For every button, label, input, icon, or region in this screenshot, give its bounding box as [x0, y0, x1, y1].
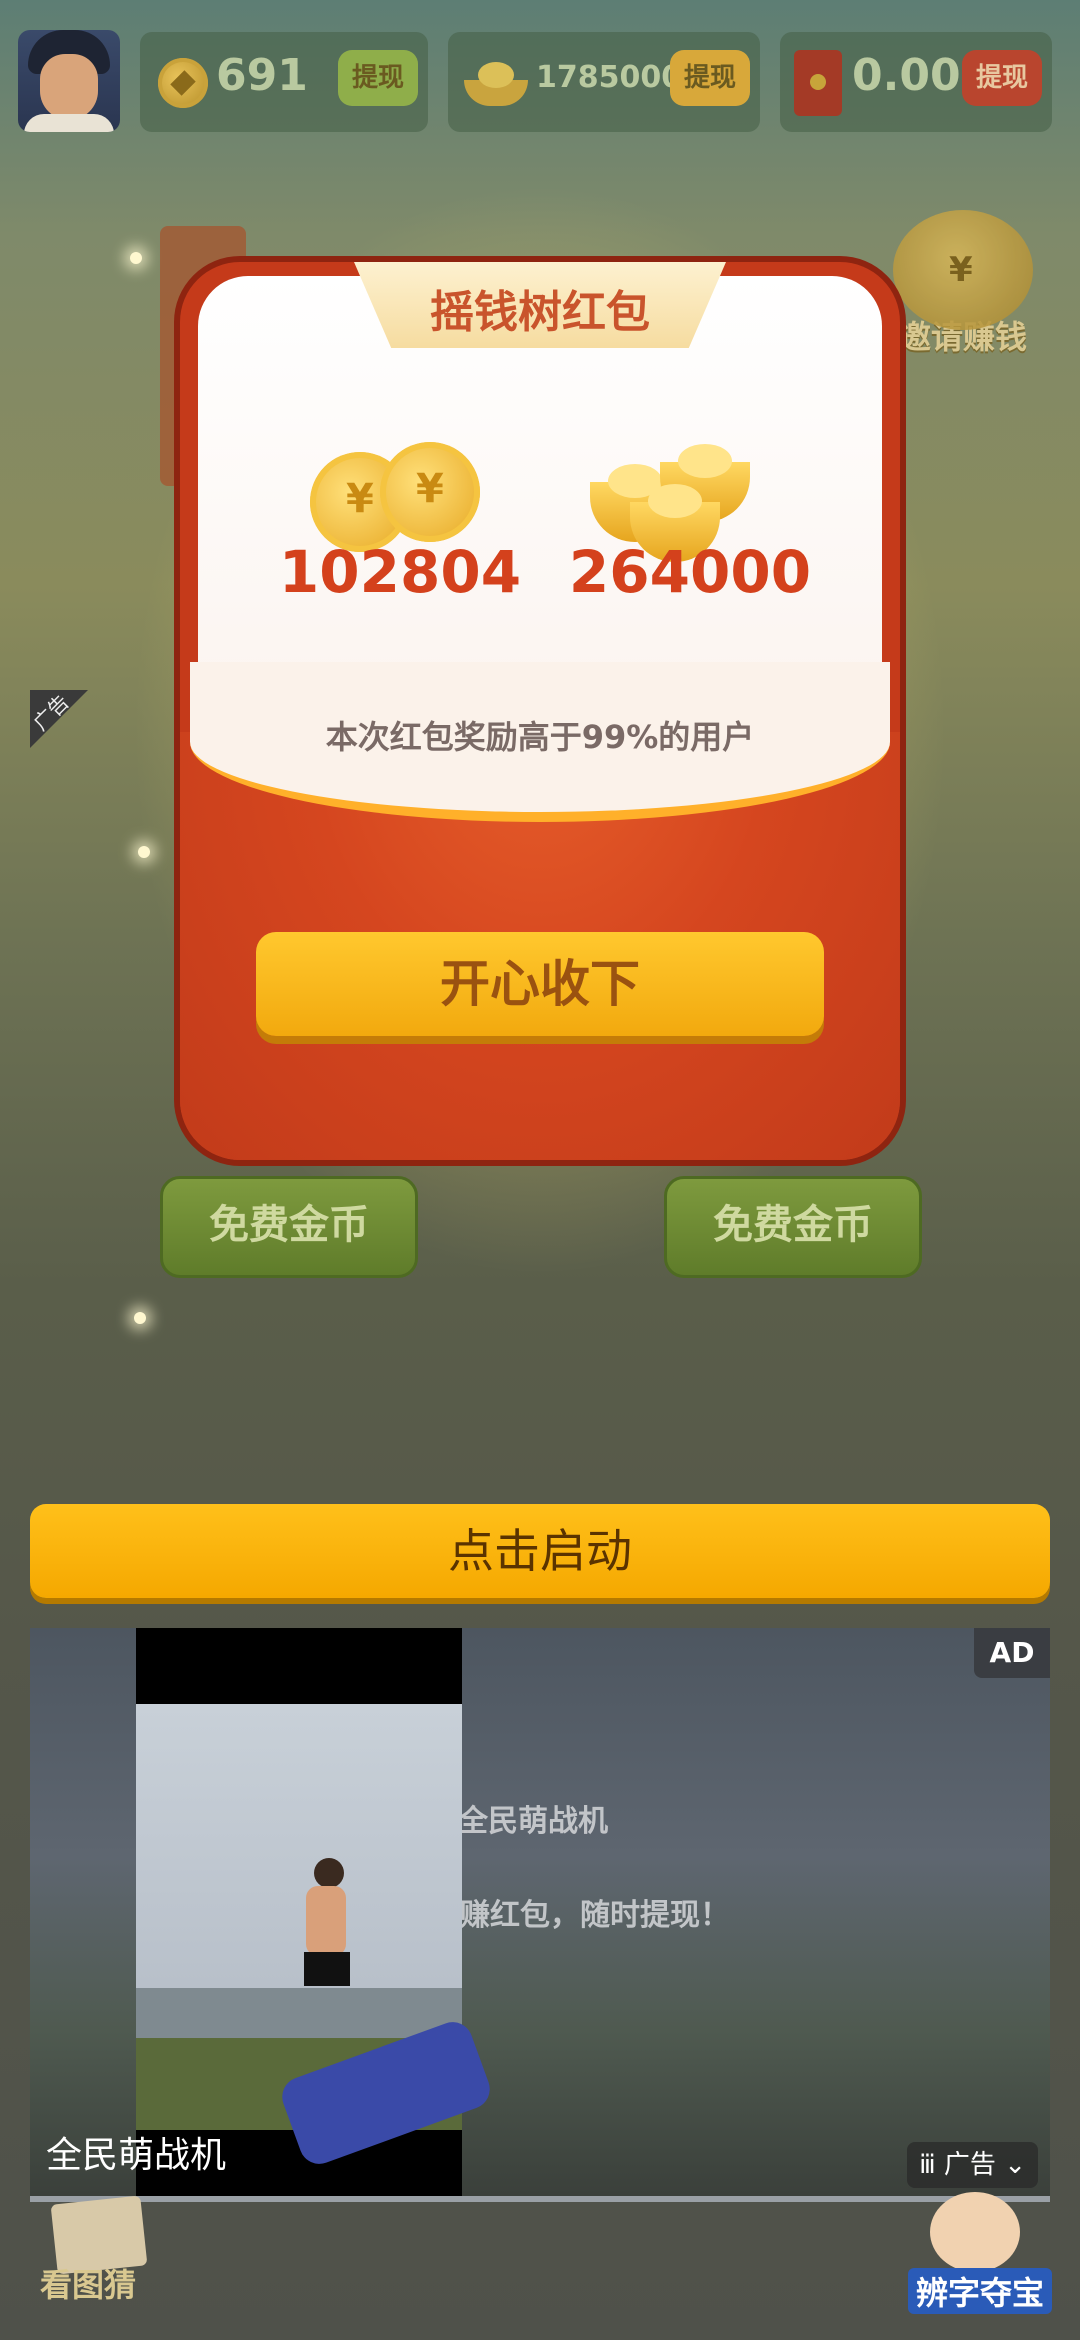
sparkle [138, 846, 150, 858]
word-treasure-game[interactable]: 辨字夺宝 [900, 2192, 1060, 2314]
user-avatar[interactable] [18, 30, 120, 132]
gold-ingot-withdraw-button[interactable]: 提现 [669, 50, 750, 106]
gold-ingot-value: 1785000 [536, 60, 683, 95]
red-packet-value: 0.00 [852, 50, 961, 101]
ad-banner[interactable]: 全民萌战机 赚红包，随时提现！ AD 全民萌战机 ⅲ 广告 ⌄ [30, 1628, 1050, 2202]
gold-coin-value: 691 [216, 50, 308, 101]
gold-ingot-balance: 1785000 提现 [448, 32, 760, 132]
ad-blur-title: 全民萌战机 [458, 1804, 608, 1839]
reward-note-overlay: 本次红包奖励高于99%的用户 [325, 718, 755, 756]
video-person [296, 1858, 356, 2028]
ad-options-button[interactable]: ⅲ 广告 ⌄ [907, 2142, 1038, 2188]
gold-coin-balance: 691 提现 [140, 32, 428, 132]
avatar-face [40, 54, 98, 120]
guess-picture-label: 看图猜 [40, 2266, 137, 2304]
red-packet-withdraw-button[interactable]: 提现 [961, 50, 1042, 106]
red-envelope-icon [794, 50, 842, 116]
ad-app-name[interactable]: 全民萌战机 [46, 2126, 226, 2178]
gold-ingot-icon [464, 62, 528, 106]
coin-reward-amount: 102804 [278, 538, 522, 606]
ad-tag-label: 广告 [943, 2150, 996, 2180]
ad-video[interactable] [136, 1628, 496, 2202]
mascot-icon [930, 2192, 1020, 2272]
sparkle [130, 252, 142, 264]
gold-ingots-icon [590, 442, 770, 562]
gold-coin-withdraw-button[interactable]: 提现 [337, 50, 418, 106]
ingot-reward-amount: 264000 [568, 538, 812, 606]
invite-earn-button[interactable]: 邀请赚钱 [888, 210, 1038, 358]
accept-reward-button[interactable]: 开心收下 [256, 932, 824, 1036]
piggy-bank-icon [893, 210, 1033, 330]
guess-picture-game[interactable]: 看图猜 [40, 2195, 170, 2304]
red-packet-balance: 0.00 提现 [780, 32, 1052, 132]
gold-coins-icon [310, 442, 490, 552]
avatar-collar [24, 114, 114, 132]
gold-coin-icon [158, 58, 208, 108]
sparkle [134, 1312, 146, 1324]
free-coin-button-right[interactable]: 免费金币 [664, 1176, 922, 1278]
launch-button[interactable]: 点击启动 [30, 1504, 1050, 1598]
free-coin-button-left[interactable]: 免费金币 [160, 1176, 418, 1278]
ad-progress-bar [30, 2196, 1050, 2202]
ad-logo-icon: ⅲ [919, 2150, 944, 2180]
red-packet-modal: 摇钱树红包 102804 264000 本次红包奖励高于99%的用户 本次红包奖… [180, 262, 900, 1160]
modal-title: 摇钱树红包 [430, 287, 650, 338]
chevron-down-icon: ⌄ [995, 2150, 1026, 2180]
ad-blur-slogan: 赚红包，随时提现！ [460, 1898, 730, 1933]
ad-badge: AD [974, 1628, 1050, 1678]
word-treasure-label: 辨字夺宝 [908, 2268, 1053, 2314]
